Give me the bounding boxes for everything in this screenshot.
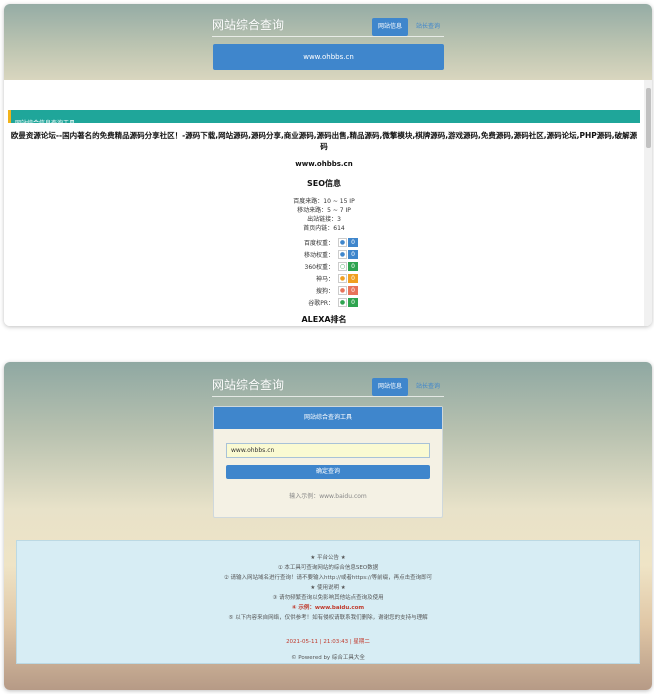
query-card: 网站综合查询工具 www.ohbbs.cn 确定查询 输入示例：www.baid…	[213, 406, 443, 518]
weight-badge: 0	[348, 286, 358, 295]
360-icon: ○	[338, 262, 347, 271]
weight-label: 移动权重：	[303, 252, 334, 259]
top-tab-webmaster[interactable]: 站长查询	[410, 18, 446, 36]
notice-line: ⑤ 以下内容来自网络，仅供参考！如有侵权请联系我们删除，谢谢您的支持与理解	[228, 615, 428, 621]
site-description: 欧曼资源论坛--国内著名的免费精品源码分享社区！-源码下载,网站源码,源码分享,…	[10, 131, 638, 151]
notice-line: ★ 使用说明 ★	[310, 585, 346, 591]
weight-label: 神马：	[315, 276, 334, 283]
weight-badge: 0	[348, 274, 358, 283]
site-domain: www.ohbbs.cn	[295, 160, 353, 168]
sogou-icon: ●	[338, 286, 347, 295]
top-title-underline	[212, 36, 444, 37]
submit-query-button[interactable]: 确定查询	[226, 465, 430, 479]
weight-label: 百度权重：	[303, 240, 334, 247]
results-content: 网站综合信息查询工具 欧曼资源论坛--国内著名的免费精品源码分享社区！-源码下载…	[4, 80, 644, 326]
top-page-title: 网站综合查询	[212, 18, 285, 32]
shenma-icon: ●	[338, 274, 347, 283]
top-url-bar[interactable]: www.ohbbs.cn	[213, 44, 444, 70]
seo-line: 首页内链：614	[303, 225, 345, 232]
bottom-tab-site-info[interactable]: 网站信息	[372, 378, 408, 396]
seo-line: 移动来路：5 ~ 7 IP	[297, 207, 351, 214]
notice-line: ★ 平台公告 ★	[310, 555, 346, 561]
results-scrollbar-thumb[interactable]	[646, 88, 651, 148]
bottom-tab-webmaster[interactable]: 站长查询	[410, 378, 446, 396]
notice-panel: ★ 平台公告 ★ ① 本工具可查询网站的综合信息SEO数据 ② 请输入网站域名进…	[16, 540, 640, 664]
weight-badge: 0	[348, 250, 358, 259]
weight-badge: 0	[348, 238, 358, 247]
bottom-panel: 网站综合查询 网站信息 站长查询 网站综合查询工具 www.ohbbs.cn 确…	[4, 362, 652, 690]
top-tab-site-info[interactable]: 网站信息	[372, 18, 408, 36]
bottom-page-title: 网站综合查询	[212, 378, 285, 392]
seo-line: 百度来路：10 ~ 15 IP	[293, 198, 355, 205]
top-panel: 网站综合查询 网站信息 站长查询 www.ohbbs.cn 网站综合信息查询工具…	[4, 4, 652, 326]
weight-label: 360权重：	[304, 264, 334, 271]
notice-line: ② 请输入网站域名进行查询！请不要输入http://或者https://等前缀，…	[223, 575, 433, 581]
weight-label: 谷歌PR：	[308, 300, 334, 307]
alexa-title: ALEXA排名	[301, 315, 347, 324]
section-bar-label[interactable]: 网站综合信息查询工具	[11, 120, 75, 127]
mobile-icon: ●	[338, 250, 347, 259]
powered-by-footer: © Powered by 综合工具大全	[291, 655, 365, 661]
google-icon: ●	[338, 298, 347, 307]
notice-line: ③ 请勿频繁查询以免影响其他站点查询及使用	[272, 595, 384, 601]
baidu-icon: ●	[338, 238, 347, 247]
bottom-title-underline	[212, 396, 444, 397]
notice-line-highlight: ④ 示例：www.baidu.com	[291, 605, 365, 611]
weight-badge: 0	[348, 262, 358, 271]
seo-title: SEO信息	[306, 179, 342, 188]
seo-line: 出站链接：3	[307, 216, 341, 223]
input-example: 输入示例：www.baidu.com	[289, 493, 367, 500]
section-bar: 网站综合信息查询工具	[8, 110, 640, 127]
weight-badge: 0	[348, 298, 358, 307]
domain-input[interactable]: www.ohbbs.cn	[226, 443, 430, 458]
weight-label: 搜狗：	[315, 288, 334, 295]
notice-line: ① 本工具可查询网站的综合信息SEO数据	[277, 565, 379, 571]
date-time: 2021-05-11 | 21:03:43 | 星期二	[286, 639, 370, 645]
query-card-header: 网站综合查询工具	[214, 407, 442, 429]
